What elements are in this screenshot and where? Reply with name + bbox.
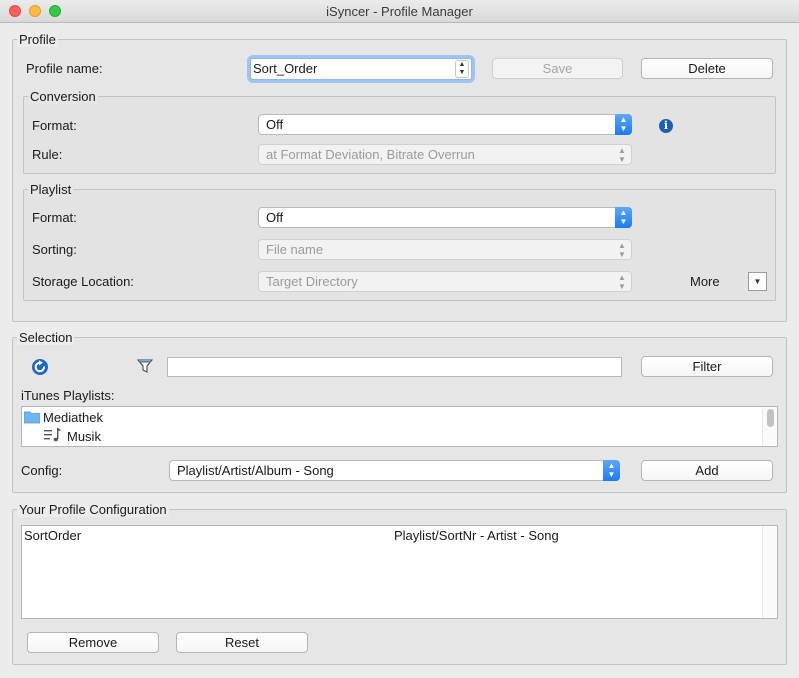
storage-location-select[interactable]: Target Directory ▲ ▼ — [258, 271, 632, 292]
config-row-name: SortOrder — [24, 528, 82, 543]
more-dropdown-button[interactable]: ▼ — [748, 272, 767, 291]
save-button[interactable]: Save — [492, 58, 623, 79]
table-row[interactable]: SortOrder Playlist/SortNr - Artist - Son… — [23, 527, 763, 544]
profile-legend: Profile — [17, 32, 58, 47]
select-updown-icon: ▲ ▼ — [615, 207, 632, 228]
filter-button[interactable]: Filter — [641, 356, 773, 377]
playlist-sorting-select[interactable]: File name ▲ ▼ — [258, 239, 632, 260]
playlist-format-value: Off — [266, 210, 284, 225]
tree-item-label: Mediathek — [43, 410, 103, 425]
select-updown-icon: ▲ ▼ — [618, 241, 626, 259]
filter-input[interactable] — [167, 357, 622, 377]
playlist-format-select[interactable]: Off ▲ ▼ — [258, 207, 632, 228]
profile-name-label: Profile name: — [26, 61, 103, 76]
conversion-format-label: Format: — [32, 118, 77, 133]
playlist-sorting-value: File name — [266, 242, 324, 257]
config-row-value: Playlist/SortNr - Artist - Song — [394, 528, 559, 543]
table-scrollbar[interactable] — [762, 526, 777, 618]
conversion-format-value: Off — [266, 117, 284, 132]
storage-location-label: Storage Location: — [32, 274, 134, 289]
info-icon[interactable]: i — [659, 119, 673, 133]
title-bar: iSyncer - Profile Manager — [0, 0, 799, 23]
select-updown-icon: ▲ ▼ — [618, 146, 626, 164]
select-updown-icon: ▲ ▼ — [618, 273, 626, 291]
select-updown-icon: ▲ ▼ — [603, 460, 620, 481]
delete-button[interactable]: Delete — [641, 58, 773, 79]
profile-name-combobox[interactable]: Sort_Order ▲ ▼ — [250, 58, 472, 80]
storage-location-value: Target Directory — [266, 274, 358, 289]
selection-legend: Selection — [17, 330, 75, 345]
combo-updown-icon[interactable]: ▲ ▼ — [455, 60, 469, 78]
playlist-sorting-label: Sorting: — [32, 242, 77, 257]
config-value: Playlist/Artist/Album - Song — [177, 463, 334, 478]
tree-item-label: Musik — [67, 429, 101, 444]
profile-name-value: Sort_Order — [253, 61, 318, 76]
triangle-down-icon: ▼ — [753, 277, 762, 286]
select-updown-icon: ▲ ▼ — [615, 114, 632, 135]
tree-item-musik[interactable]: Musik — [44, 427, 344, 444]
conversion-rule-select[interactable]: at Format Deviation, Bitrate Overrun ▲ ▼ — [258, 144, 632, 165]
folder-icon — [24, 411, 40, 424]
add-button[interactable]: Add — [641, 460, 773, 481]
tree-scrollbar-thumb[interactable] — [767, 409, 774, 427]
profile-configuration-table[interactable]: SortOrder Playlist/SortNr - Artist - Son… — [21, 525, 778, 619]
filter-icon[interactable] — [136, 358, 154, 374]
music-playlist-icon — [44, 428, 61, 442]
itunes-playlists-tree[interactable]: Mediathek Musik — [21, 406, 778, 447]
tree-item-mediathek[interactable]: Mediathek — [24, 409, 324, 426]
playlist-format-label: Format: — [32, 210, 77, 225]
playlist-legend: Playlist — [28, 182, 74, 197]
more-label: More — [690, 274, 720, 289]
refresh-icon[interactable] — [31, 358, 49, 376]
window-title: iSyncer - Profile Manager — [326, 4, 473, 19]
conversion-rule-value: at Format Deviation, Bitrate Overrun — [266, 147, 475, 162]
profile-configuration-legend: Your Profile Configuration — [17, 502, 169, 517]
config-label: Config: — [21, 463, 63, 478]
remove-button[interactable]: Remove — [27, 632, 159, 653]
tree-scrollbar[interactable] — [762, 407, 777, 446]
itunes-playlists-label: iTunes Playlists: — [21, 388, 115, 403]
conversion-rule-label: Rule: — [32, 147, 63, 162]
reset-button[interactable]: Reset — [176, 632, 308, 653]
conversion-legend: Conversion — [28, 89, 98, 104]
config-select[interactable]: Playlist/Artist/Album - Song ▲ ▼ — [169, 460, 620, 481]
conversion-format-select[interactable]: Off ▲ ▼ — [258, 114, 632, 135]
